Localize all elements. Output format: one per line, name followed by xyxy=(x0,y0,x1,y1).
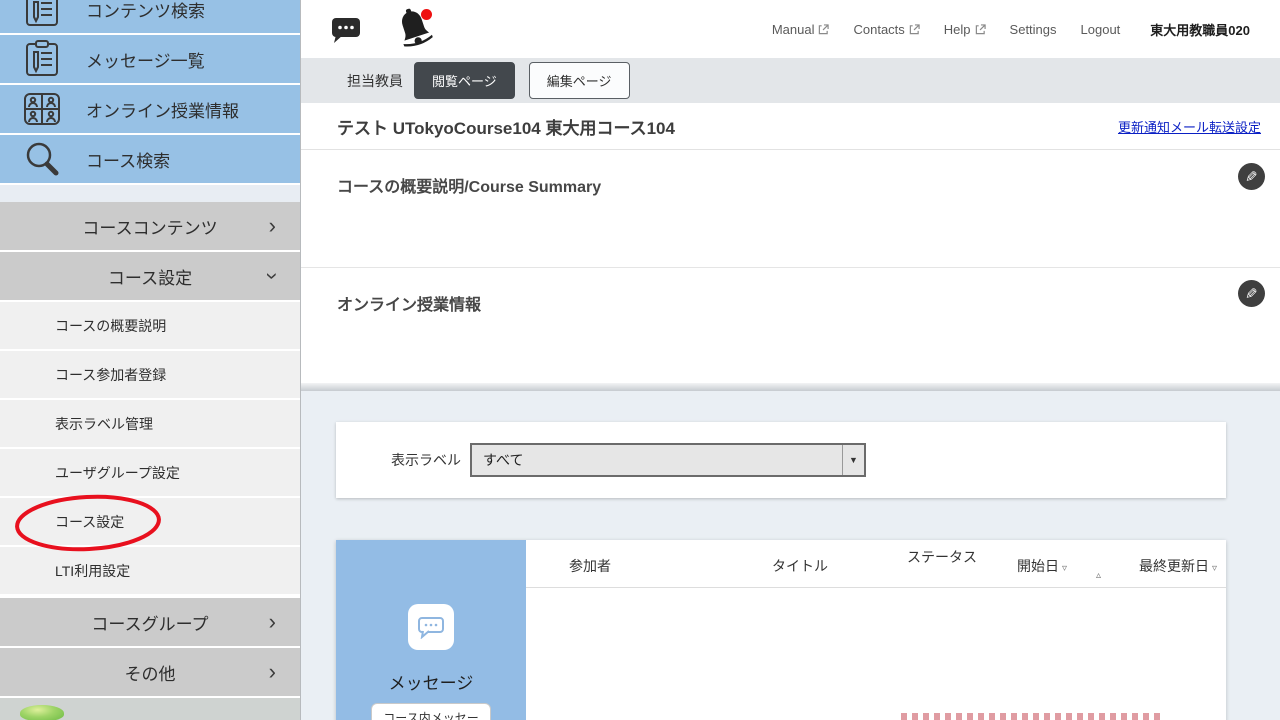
sort-descending-icon: ▿ xyxy=(1062,563,1067,574)
update-notification-mail-link[interactable]: 更新通知メール転送設定 xyxy=(1118,117,1261,136)
column-header-participants[interactable]: 参加者 xyxy=(569,556,611,576)
sidebar-item-online-class-info[interactable]: オンライン授業情報 xyxy=(0,85,300,133)
sidebar-divider xyxy=(0,185,300,202)
display-label-select[interactable]: すべて ▼ xyxy=(470,443,866,477)
table-header-row: 参加者 タイトル ステータス ▵ 開始日▿ 最終更新日▿ xyxy=(526,540,1226,588)
column-header-start-date[interactable]: 開始日▿ xyxy=(1017,556,1067,576)
message-table-card: 参加者 タイトル ステータス ▵ 開始日▿ 最終更新日▿ メッセ xyxy=(336,540,1226,720)
chevron-right-icon: › xyxy=(269,611,276,633)
sidebar-item-label: LTI利用設定 xyxy=(55,561,130,581)
pencil-icon: ✎ xyxy=(1245,285,1258,303)
logout-link[interactable]: Logout xyxy=(1081,22,1121,37)
top-bar: Manual Contacts Help Settings Logout 東大用… xyxy=(301,0,1280,58)
sort-descending-icon: ▿ xyxy=(1212,563,1217,574)
section-title: オンライン授業情報 xyxy=(337,291,481,315)
mascot-icon xyxy=(20,705,64,720)
sidebar-item-participant-registration[interactable]: コース参加者登録 xyxy=(0,351,300,398)
chevron-right-icon: › xyxy=(269,215,276,237)
section-bottom-shadow xyxy=(301,383,1280,391)
contacts-link[interactable]: Contacts xyxy=(853,22,919,37)
sidebar-item-label: コース設定 xyxy=(55,512,124,532)
sidebar-item-label: コース検索 xyxy=(86,147,170,172)
selected-option: すべて xyxy=(472,450,842,470)
top-links: Manual Contacts Help Settings Logout 東大用… xyxy=(772,0,1280,58)
sidebar-item-course-summary[interactable]: コースの概要説明 xyxy=(0,302,300,349)
lms-app: コンテンツ検索 メッセージ一覧 xyxy=(0,0,1280,720)
chevron-down-icon: › xyxy=(269,265,276,287)
tab-edit-page[interactable]: 編集ページ xyxy=(529,62,630,99)
edit-pencil-button[interactable]: ✎ xyxy=(1238,163,1265,190)
external-link-icon xyxy=(818,24,829,35)
course-summary-section: コースの概要説明/Course Summary ✎ xyxy=(301,150,1280,268)
sidebar-group-label: コースグループ xyxy=(91,610,208,635)
sidebar-item-label: コースの概要説明 xyxy=(55,316,166,336)
tab-view-page[interactable]: 閲覧ページ xyxy=(414,62,515,99)
message-bubble-icon xyxy=(408,604,454,650)
sidebar-group-course-settings[interactable]: コース設定 › xyxy=(0,252,300,300)
sidebar-item-label: オンライン授業情報 xyxy=(86,97,239,122)
sidebar: コンテンツ検索 メッセージ一覧 xyxy=(0,0,301,720)
page-tab-bar: 担当教員 閲覧ページ 編集ページ xyxy=(301,58,1280,103)
sidebar-item-course-settings[interactable]: コース設定 xyxy=(0,498,300,545)
pencil-icon: ✎ xyxy=(1245,168,1258,186)
edit-pencil-button[interactable]: ✎ xyxy=(1238,280,1265,307)
manual-link[interactable]: Manual xyxy=(772,22,830,37)
online-class-info-section: オンライン授業情報 ✎ xyxy=(301,268,1280,383)
sidebar-item-display-label-management[interactable]: 表示ラベル管理 xyxy=(0,400,300,447)
title-bar: テスト UTokyoCourse104 東大用コース104 更新通知メール転送設… xyxy=(301,103,1280,150)
display-label-filter-card: 表示ラベル すべて ▼ xyxy=(336,422,1226,498)
sidebar-item-label: メッセージ一覧 xyxy=(86,47,205,72)
people-grid-icon xyxy=(22,89,62,129)
main-area: Manual Contacts Help Settings Logout 東大用… xyxy=(301,0,1280,720)
sidebar-item-content-search[interactable]: コンテンツ検索 xyxy=(0,0,300,33)
sidebar-item-label: ユーザグループ設定 xyxy=(55,463,180,483)
column-header-last-updated[interactable]: 最終更新日▿ xyxy=(1139,556,1217,576)
sidebar-group-label: コース設定 xyxy=(108,264,192,289)
sidebar-group-course-group[interactable]: コースグループ › xyxy=(0,598,300,646)
sidebar-footer xyxy=(0,698,300,720)
column-header-status[interactable]: ステータス xyxy=(907,547,977,567)
role-label: 担当教員 xyxy=(347,71,403,91)
sidebar-group-label: その他 xyxy=(125,660,176,685)
sidebar-item-lti-settings[interactable]: LTI利用設定 xyxy=(0,547,300,594)
column-header-title[interactable]: タイトル xyxy=(772,556,828,576)
sidebar-item-course-search[interactable]: コース検索 xyxy=(0,135,300,183)
sidebar-group-course-contents[interactable]: コースコンテンツ › xyxy=(0,202,300,250)
page-title: テスト UTokyoCourse104 東大用コース104 xyxy=(301,114,675,139)
filter-label: 表示ラベル xyxy=(391,422,461,498)
sidebar-group-others[interactable]: その他 › xyxy=(0,648,300,696)
external-link-icon xyxy=(975,24,986,35)
external-link-icon xyxy=(909,24,920,35)
settings-link[interactable]: Settings xyxy=(1010,22,1057,37)
sidebar-item-label: コンテンツ検索 xyxy=(86,0,205,22)
current-username: 東大用教職員020 xyxy=(1150,20,1250,39)
clipboard-icon xyxy=(22,39,62,79)
section-title: コースの概要説明/Course Summary xyxy=(337,173,601,197)
chevron-right-icon: › xyxy=(269,661,276,683)
sidebar-item-label: コース参加者登録 xyxy=(55,365,166,385)
course-message-button[interactable]: コース内メッセー xyxy=(371,703,491,720)
notification-badge xyxy=(421,9,432,20)
sidebar-item-label: 表示ラベル管理 xyxy=(55,414,153,434)
sort-ascending-icon[interactable]: ▵ xyxy=(1096,570,1101,581)
sidebar-group-label: コースコンテンツ xyxy=(82,214,217,239)
dropdown-arrow-icon: ▼ xyxy=(842,445,864,475)
message-panel-title: メッセージ xyxy=(336,669,526,694)
clipboard-icon xyxy=(22,0,62,29)
help-link[interactable]: Help xyxy=(944,22,986,37)
messages-icon[interactable] xyxy=(332,18,362,44)
sidebar-item-message-list[interactable]: メッセージ一覧 xyxy=(0,35,300,83)
notifications-bell-icon[interactable] xyxy=(395,6,435,50)
clipped-text-fragment xyxy=(901,713,1163,720)
message-category-cell: メッセージ コース内メッセー xyxy=(336,540,526,720)
sidebar-item-user-group-settings[interactable]: ユーザグループ設定 xyxy=(0,449,300,496)
search-icon xyxy=(22,139,62,179)
